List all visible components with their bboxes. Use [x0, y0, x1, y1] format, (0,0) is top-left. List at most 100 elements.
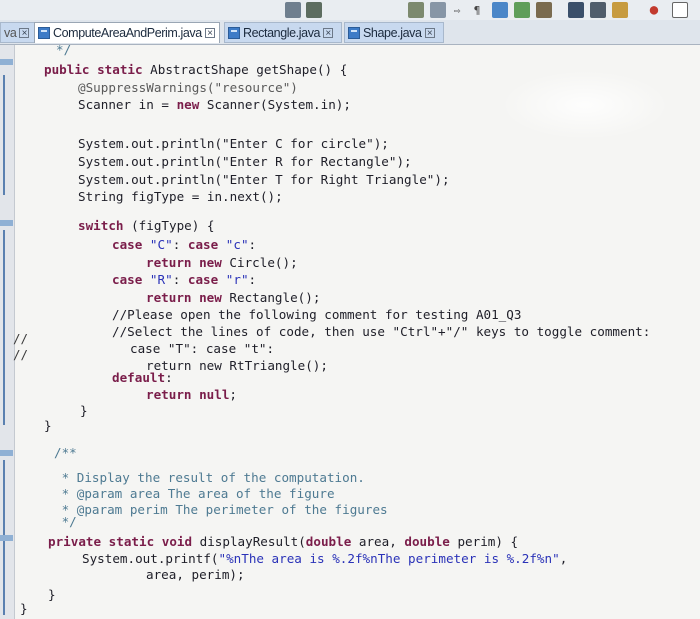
perspective-debug-icon[interactable] — [514, 2, 530, 18]
perspective-folder-icon[interactable] — [612, 2, 628, 18]
keyword: return new — [146, 255, 222, 270]
debug-icon[interactable] — [285, 2, 301, 18]
tab-rectangle[interactable]: Rectangle.java × — [224, 22, 342, 43]
fold-marker[interactable] — [0, 220, 13, 226]
code-line: case "C": case "c": — [112, 237, 256, 254]
code-line: System.out.println("Enter R for Rectangl… — [78, 154, 412, 171]
code-line: * @param area The area of the figure — [54, 486, 335, 503]
code-line: } — [44, 418, 52, 435]
commented-code: return new RtTriangle(); — [146, 358, 328, 373]
javadoc: /** — [54, 445, 77, 460]
comment: //Please open the following comment for … — [112, 307, 522, 322]
code-text: area, perim); — [146, 567, 245, 582]
code-text: AbstractShape getShape() { — [142, 62, 348, 77]
string: "c" — [218, 237, 249, 252]
change-strip — [3, 75, 5, 195]
keyword: return new — [146, 290, 222, 305]
perspective-git-icon[interactable] — [536, 2, 552, 18]
search-icon[interactable] — [430, 2, 446, 18]
javadoc: * @param area The area of the figure — [54, 486, 335, 501]
fold-marker[interactable] — [0, 59, 13, 65]
code-text: : — [172, 272, 188, 287]
code-line: return new RtTriangle(); — [146, 358, 328, 375]
code-text: Rectangle(); — [221, 290, 321, 305]
code-line: //Select the lines of code, then use "Ct… — [112, 324, 650, 341]
java-file-icon — [348, 26, 360, 39]
code-line: public static AbstractShape getShape() { — [44, 62, 347, 79]
tab-label: ComputeAreaAndPerim.java — [53, 26, 202, 40]
code-text: Circle(); — [221, 255, 298, 270]
code-text: } — [44, 418, 52, 433]
perspective-sync-icon[interactable] — [590, 2, 606, 18]
javadoc-end: */ — [56, 42, 72, 57]
annotation: @SuppressWarnings("resource") — [78, 80, 298, 95]
code-editor[interactable]: */ public static AbstractShape getShape(… — [20, 42, 700, 619]
keyword: switch — [78, 218, 124, 233]
code-line: * @param perim The perimeter of the figu… — [54, 502, 388, 519]
close-icon[interactable]: × — [323, 27, 334, 38]
code-line: //Please open the following comment for … — [112, 307, 521, 324]
perspective-team-icon[interactable] — [568, 2, 584, 18]
code-line: switch (figType) { — [78, 218, 215, 235]
keyword: public static — [44, 62, 143, 77]
tab-label: Rectangle.java — [243, 25, 321, 40]
code-text: } — [20, 601, 28, 616]
close-icon[interactable]: × — [19, 27, 30, 38]
close-icon[interactable]: × — [424, 27, 435, 38]
pin-icon[interactable]: ¶ — [472, 2, 482, 18]
code-line: case "R": case "r": — [112, 272, 256, 289]
code-text: System.out.printf( — [82, 551, 219, 566]
code-line: @SuppressWarnings("resource") — [78, 80, 298, 97]
code-text: } — [48, 587, 56, 602]
keyword: return null — [146, 387, 230, 402]
close-icon[interactable]: × — [204, 28, 215, 39]
code-line: } — [80, 403, 88, 420]
javadoc: * Display the result of the computation. — [54, 470, 365, 485]
tab-hidden-left-label: va — [4, 25, 17, 40]
keyword: case — [187, 237, 219, 252]
code-line: case "T": case "t": — [130, 341, 274, 358]
arrow-right-icon[interactable]: ⇨ — [449, 2, 465, 18]
java-file-icon — [38, 27, 50, 39]
build-icon[interactable] — [306, 2, 322, 18]
code-text: area, — [351, 534, 405, 549]
keyword: case — [112, 272, 143, 287]
tab-computeareaandperim[interactable]: ComputeAreaAndPerim.java × — [34, 22, 220, 43]
fold-marker[interactable] — [0, 535, 13, 541]
run-icon[interactable] — [408, 2, 424, 18]
fold-marker[interactable] — [0, 450, 13, 456]
perspective-last-icon[interactable] — [672, 2, 688, 18]
keyword: case — [187, 272, 219, 287]
tab-label: Shape.java — [363, 25, 422, 40]
code-line: Scanner in = new Scanner(System.in); — [78, 97, 351, 114]
code-text: perim) { — [449, 534, 519, 549]
string: "C" — [142, 237, 173, 252]
code-text: : — [248, 237, 257, 252]
code-line: return new Rectangle(); — [146, 290, 320, 307]
code-text: (figType) { — [123, 218, 215, 233]
string: "R" — [142, 272, 173, 287]
perspective-java-icon[interactable] — [492, 2, 508, 18]
javadoc: */ — [54, 514, 77, 529]
perspective-record-icon[interactable]: ● — [646, 2, 662, 18]
editor-tab-bar: va × ComputeAreaAndPerim.java × Rectangl… — [0, 20, 700, 45]
code-text: System.out.println("Enter R for Rectangl… — [78, 154, 412, 169]
code-line: return new Circle(); — [146, 255, 298, 272]
keyword: new — [176, 97, 200, 112]
code-text: Scanner in = — [78, 97, 177, 112]
string: "r" — [218, 272, 249, 287]
keyword: case — [112, 237, 143, 252]
code-line: } — [48, 587, 56, 604]
tab-shape[interactable]: Shape.java × — [344, 22, 444, 43]
code-text: String figType = in.next(); — [78, 189, 283, 204]
code-line: return null; — [146, 387, 237, 404]
code-line: /** — [54, 445, 77, 462]
code-line: String figType = in.next(); — [78, 189, 283, 206]
change-strip — [3, 230, 5, 425]
code-line: System.out.println("Enter C for circle")… — [78, 136, 389, 153]
code-text: , — [559, 551, 568, 566]
javadoc: * @param perim The perimeter of the figu… — [54, 502, 388, 517]
code-line: area, perim); — [146, 567, 245, 584]
code-text: System.out.println("Enter C for circle")… — [78, 136, 389, 151]
code-text: Scanner(System.in); — [199, 97, 351, 112]
